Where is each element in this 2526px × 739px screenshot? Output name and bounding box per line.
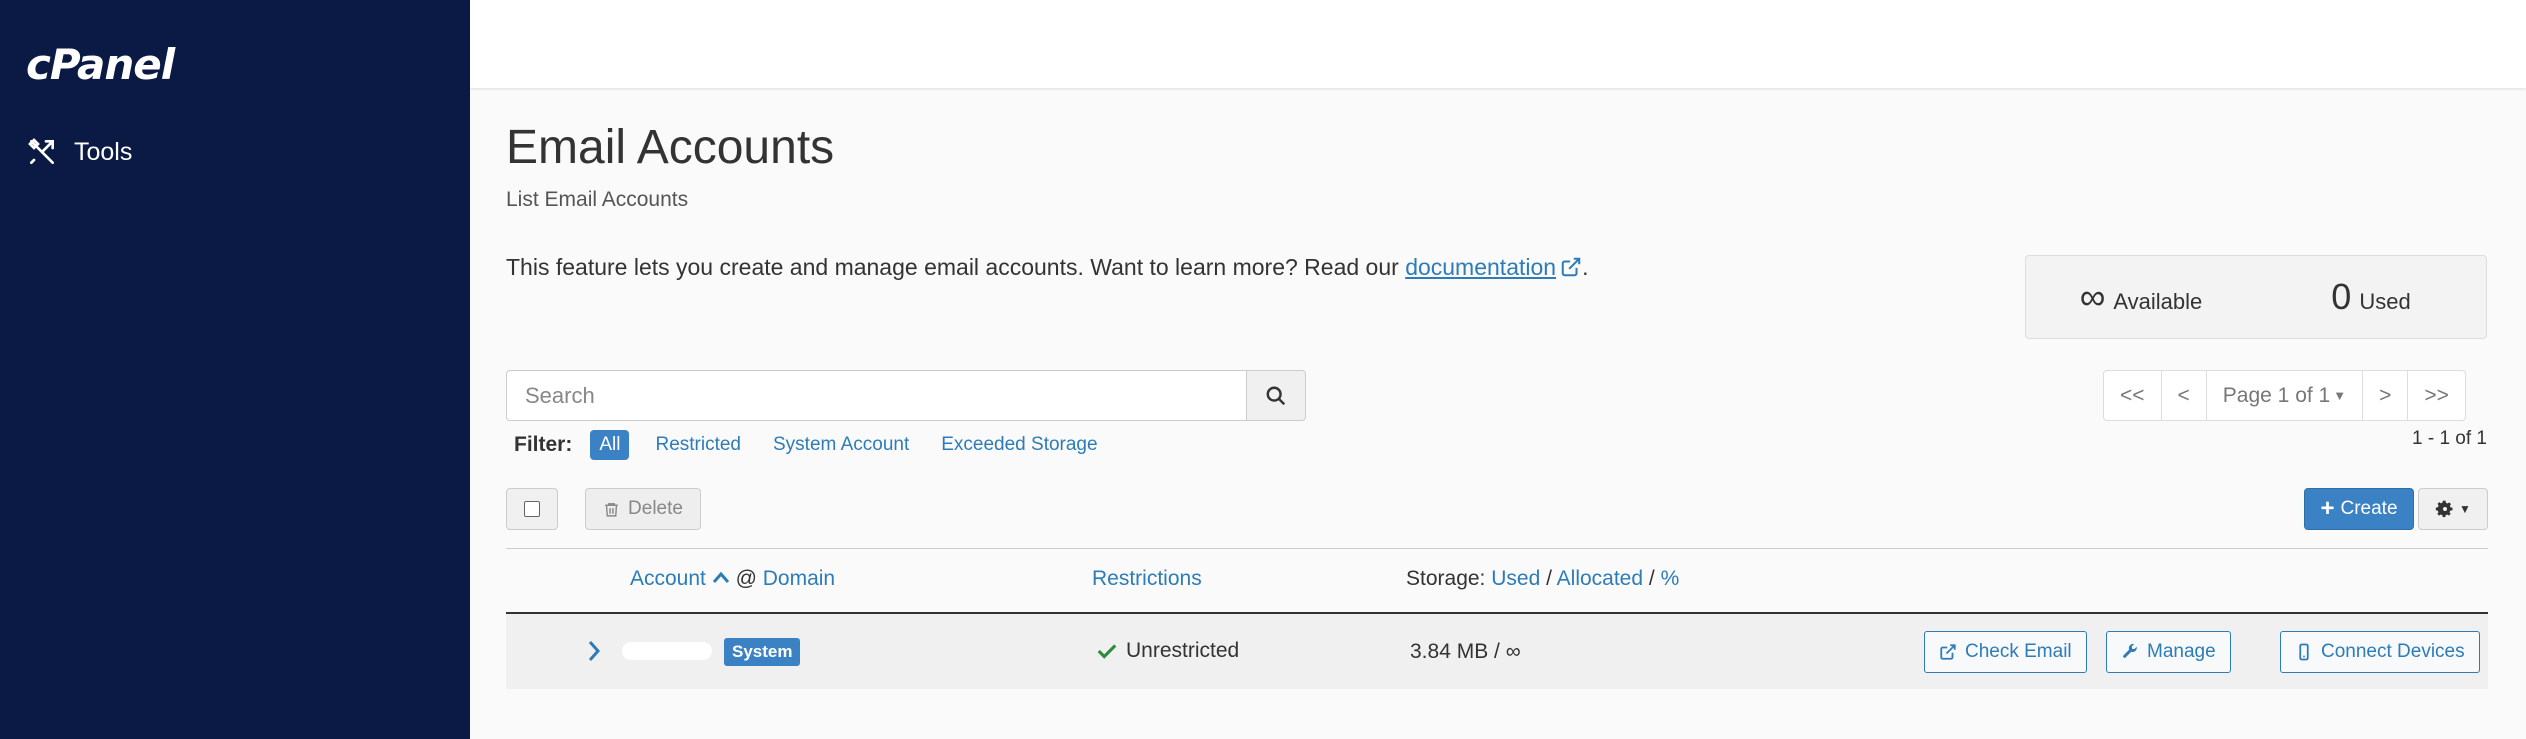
sort-domain[interactable]: Domain <box>763 567 835 590</box>
tools-icon <box>28 138 54 164</box>
filter-system-account[interactable]: System Account <box>773 434 909 456</box>
top-header <box>470 0 2526 88</box>
search-icon <box>1266 386 1286 405</box>
check-email-button[interactable]: Check Email <box>1924 631 2087 673</box>
account-name-redacted[interactable] <box>622 642 712 660</box>
sidebar: cPanel Tools <box>0 0 470 739</box>
table-header: Account @ Domain Restrictions Storage: U… <box>506 548 2488 614</box>
checkbox-icon <box>524 501 540 517</box>
sidebar-item-tools[interactable]: Tools <box>26 136 132 168</box>
chevron-right-icon[interactable] <box>586 638 602 664</box>
page-title: Email Accounts <box>506 121 835 174</box>
search-button[interactable] <box>1246 370 1306 421</box>
stat-available: ∞ Available <box>2026 276 2256 318</box>
filter-restricted[interactable]: Restricted <box>655 434 741 456</box>
pagination: << < Page 1 of 1 ▼ > >> <box>2103 370 2466 421</box>
mobile-device-icon <box>2299 643 2309 661</box>
usage-stats: ∞ Available 0 Used <box>2025 255 2487 339</box>
header-account-domain: Account @ Domain <box>630 567 836 590</box>
filter-exceeded-storage[interactable]: Exceeded Storage <box>941 434 1097 456</box>
header-storage: Storage: Used / Allocated / % <box>1406 567 1680 590</box>
system-badge: System <box>724 638 801 666</box>
used-label: Used <box>2359 289 2411 314</box>
settings-dropdown-button[interactable]: ▼ <box>2418 488 2488 530</box>
sort-percent[interactable]: % <box>1661 567 1680 590</box>
prev-page-button[interactable]: < <box>2162 371 2207 420</box>
used-value: 0 <box>2331 276 2352 317</box>
checkmark-icon <box>1097 644 1117 659</box>
main-content: Email Accounts List Email Accounts This … <box>470 88 2526 739</box>
gear-icon <box>2435 500 2453 518</box>
sort-used[interactable]: Used <box>1491 567 1540 590</box>
page-subtitle: List Email Accounts <box>506 188 689 211</box>
sort-account[interactable]: Account <box>630 567 706 590</box>
last-page-button[interactable]: >> <box>2408 371 2465 420</box>
filter-label: Filter: <box>514 433 573 456</box>
storage-value: 3.84 MB / ∞ <box>1410 640 1521 663</box>
wrench-icon <box>2123 643 2137 658</box>
stat-used: 0 Used <box>2256 276 2486 318</box>
documentation-link[interactable]: documentation <box>1405 254 1556 280</box>
restriction-status: Unrestricted <box>1096 639 1239 663</box>
cpanel-logo[interactable]: cPanel <box>26 40 175 89</box>
trash-icon <box>605 502 618 517</box>
available-value: ∞ <box>2079 276 2106 317</box>
external-link-icon[interactable] <box>1560 256 1582 278</box>
page-select[interactable]: Page 1 of 1 ▼ <box>2207 371 2364 420</box>
caret-down-icon: ▼ <box>2333 388 2347 403</box>
caret-down-icon: ▼ <box>2459 502 2471 516</box>
available-label: Available <box>2113 289 2203 314</box>
sort-allocated[interactable]: Allocated <box>1557 567 1643 590</box>
connect-devices-button[interactable]: Connect Devices <box>2280 631 2480 673</box>
first-page-button[interactable]: << <box>2104 371 2162 420</box>
results-count: 1 - 1 of 1 <box>2412 428 2487 449</box>
plus-icon: + <box>2320 495 2335 522</box>
filter-all[interactable]: All <box>590 430 630 460</box>
external-link-icon <box>1940 644 1956 660</box>
intro-text: This feature lets you create and manage … <box>506 254 1589 280</box>
sidebar-item-label: Tools <box>74 137 133 166</box>
search-bar <box>506 370 1306 421</box>
header-restrictions[interactable]: Restrictions <box>1092 567 1202 591</box>
select-all-checkbox[interactable] <box>506 488 558 530</box>
next-page-button[interactable]: > <box>2363 371 2409 420</box>
filter-bar: Filter: All Restricted System Account Ex… <box>514 430 1130 460</box>
create-button[interactable]: + Create <box>2304 488 2414 530</box>
table-row: System Unrestricted 3.84 MB / ∞ Check Em… <box>506 614 2488 689</box>
search-input[interactable] <box>506 370 1246 421</box>
sort-up-icon[interactable] <box>712 570 730 584</box>
delete-button[interactable]: Delete <box>585 488 701 530</box>
manage-button[interactable]: Manage <box>2106 631 2231 673</box>
